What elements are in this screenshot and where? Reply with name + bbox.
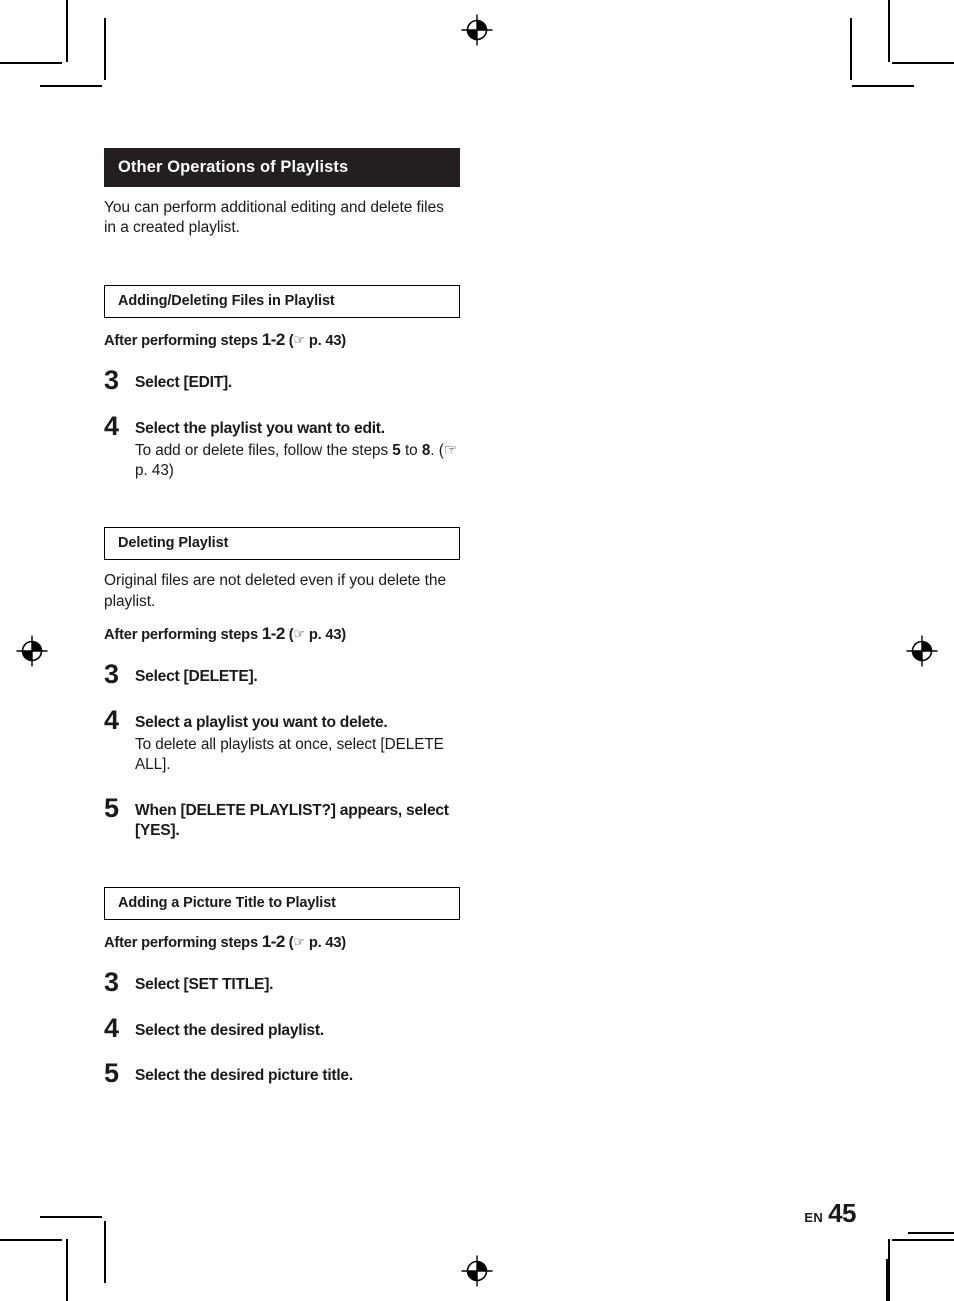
step-number: 3 (104, 966, 119, 997)
step-number: 3 (104, 364, 119, 395)
step-title: Select [EDIT]. (135, 373, 233, 391)
paren-open: ( (284, 333, 294, 350)
step-title: Select the desired playlist. (135, 1021, 324, 1039)
crop-mark-icon (0, 1239, 62, 1241)
instruction-block: Adding/Deleting Files in Playlist After p… (104, 284, 460, 481)
after-performing-line: After performing steps 1-2 (☞ p. 43) (104, 623, 460, 644)
step-item: 4 Select a playlist you want to delete. To… (104, 706, 460, 775)
step-item: 3 Select [DELETE]. (104, 660, 460, 687)
step-number: 4 (104, 410, 119, 441)
step-title: Select [DELETE]. (135, 667, 258, 685)
crop-mark-icon (892, 1239, 954, 1241)
page-reference-label: p. 43) (304, 333, 346, 350)
pointing-hand-icon: ☞ (293, 934, 305, 950)
crop-mark-icon (104, 1221, 106, 1283)
registration-target-icon (905, 634, 939, 668)
section-title-bar: Other Operations of Playlists (104, 148, 460, 187)
registration-target-icon (460, 13, 494, 47)
step-subtext: To delete all playlists at once, select … (135, 735, 444, 773)
step-subtext: To add or delete files, follow the steps… (135, 441, 460, 481)
after-performing-line: After performing steps 1-2 (☞ p. 43) (104, 329, 460, 350)
crop-mark-icon (852, 85, 914, 87)
after-step-range: 1-2 (261, 624, 286, 644)
crop-mark-icon (66, 1239, 68, 1301)
page-footer: EN 45 (804, 1198, 856, 1229)
page-reference: (☞ p. 43) (284, 934, 346, 952)
pointing-hand-icon: ☞ (293, 332, 305, 348)
page-reference-label: p. 43) (304, 935, 346, 952)
after-step-range: 1-2 (261, 330, 286, 350)
registration-target-icon (15, 634, 49, 668)
step-item: 3 Select [SET TITLE]. (104, 968, 460, 995)
step-title: Select the playlist you want to edit. (135, 419, 385, 437)
paren-open: ( (284, 935, 294, 952)
crop-mark-icon (66, 0, 68, 62)
step-reference-number: 5 (392, 441, 401, 459)
step-number: 5 (104, 1058, 119, 1089)
crop-mark-icon (0, 62, 62, 64)
crop-mark-icon (40, 1216, 102, 1218)
after-prefix: After performing steps (104, 627, 262, 644)
page-reference: (☞ p. 43) (284, 332, 346, 350)
after-performing-line: After performing steps 1-2 (☞ p. 43) (104, 931, 460, 952)
page-reference-label: p. 43) (304, 627, 346, 644)
step-subtext-fragment: To add or delete files, follow the steps (135, 441, 393, 459)
registration-target-icon (460, 1254, 494, 1288)
after-prefix: After performing steps (104, 333, 262, 350)
step-title: Select the desired picture title. (135, 1067, 353, 1085)
step-number: 4 (104, 704, 119, 735)
step-number: 4 (104, 1012, 119, 1043)
crop-mark-icon (892, 62, 954, 64)
pointing-hand-icon: ☞ (293, 626, 305, 642)
paren-open: ( (284, 627, 294, 644)
block-heading: Adding/Deleting Files in Playlist (104, 284, 460, 319)
step-item: 5 Select the desired picture title. (104, 1060, 460, 1087)
instruction-block: Deleting Playlist Original files are not … (104, 526, 460, 841)
step-number: 3 (104, 658, 119, 689)
step-title: Select [SET TITLE]. (135, 975, 274, 993)
crop-mark-icon (886, 1259, 888, 1301)
after-prefix: After performing steps (104, 935, 262, 952)
step-title: When [DELETE PLAYLIST?] appears, select … (135, 801, 449, 839)
after-step-range: 1-2 (261, 932, 286, 952)
content-column: Other Operations of Playlists You can pe… (104, 148, 460, 1087)
footer-page-number: 45 (828, 1198, 856, 1228)
step-item: 4 Select the playlist you want to edit. To… (104, 412, 460, 481)
block-note-text: Original files are not deleted even if y… (104, 572, 447, 610)
block-list: Adding/Deleting Files in Playlist After p… (104, 284, 460, 1087)
crop-mark-icon (888, 0, 890, 62)
crop-mark-icon (850, 18, 852, 80)
crop-mark-icon (104, 18, 106, 80)
crop-mark-icon (40, 85, 102, 87)
block-heading: Deleting Playlist (104, 526, 460, 561)
manual-page: Other Operations of Playlists You can pe… (0, 0, 954, 1301)
step-number: 5 (104, 792, 119, 823)
page-reference: (☞ p. 43) (284, 626, 346, 644)
crop-mark-icon (888, 1239, 890, 1301)
footer-locale: EN (804, 1210, 824, 1225)
step-title: Select a playlist you want to delete. (135, 713, 388, 731)
step-item: 5 When [DELETE PLAYLIST?] appears, select… (104, 794, 460, 841)
step-subtext-fragment: to (400, 441, 422, 459)
crop-mark-icon (908, 1232, 954, 1234)
instruction-block: Adding a Picture Title to Playlist After … (104, 886, 460, 1087)
step-item: 3 Select [EDIT]. (104, 366, 460, 393)
section-intro-text: You can perform additional editing and d… (104, 198, 444, 237)
step-item: 4 Select the desired playlist. (104, 1014, 460, 1041)
block-heading: Adding a Picture Title to Playlist (104, 886, 460, 921)
